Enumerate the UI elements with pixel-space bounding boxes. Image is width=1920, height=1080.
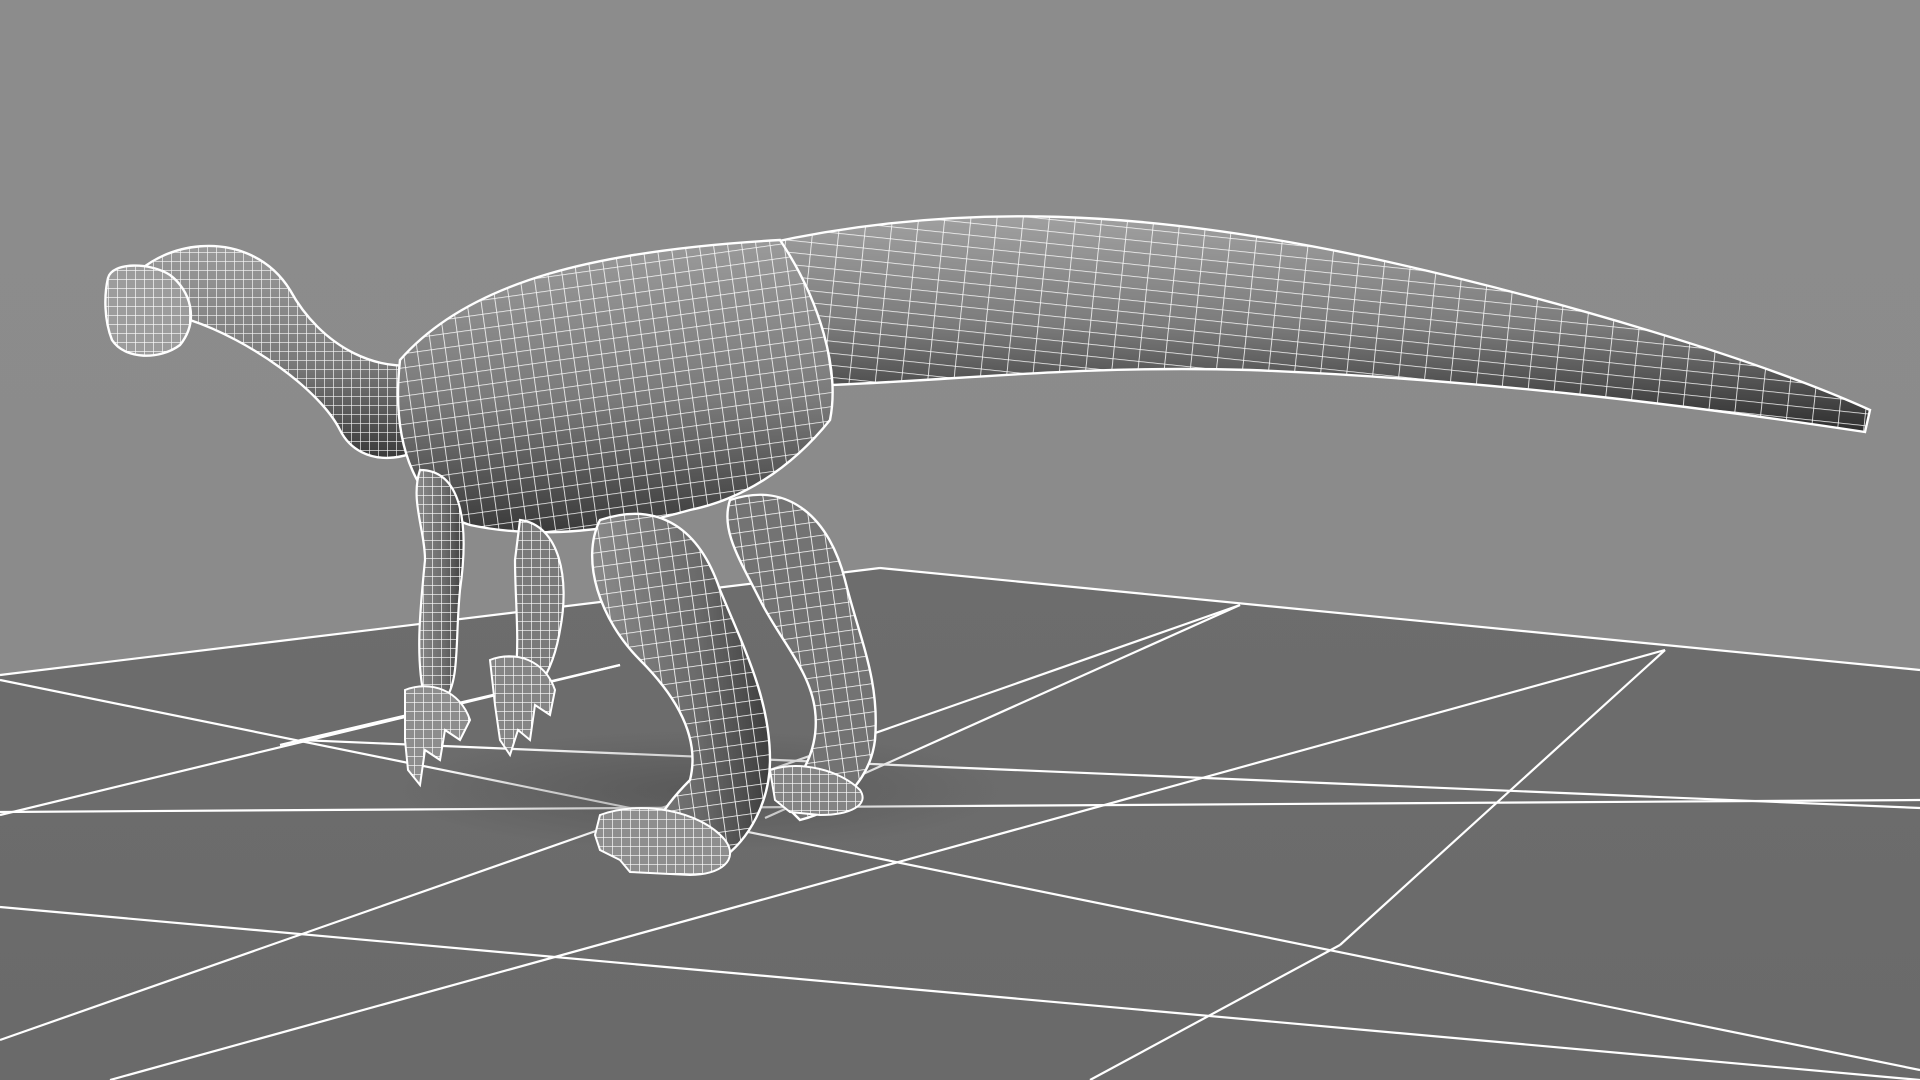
ground-plane bbox=[0, 568, 1920, 1080]
viewport-canvas[interactable] bbox=[0, 0, 1920, 1080]
3d-viewport[interactable] bbox=[0, 0, 1920, 1080]
